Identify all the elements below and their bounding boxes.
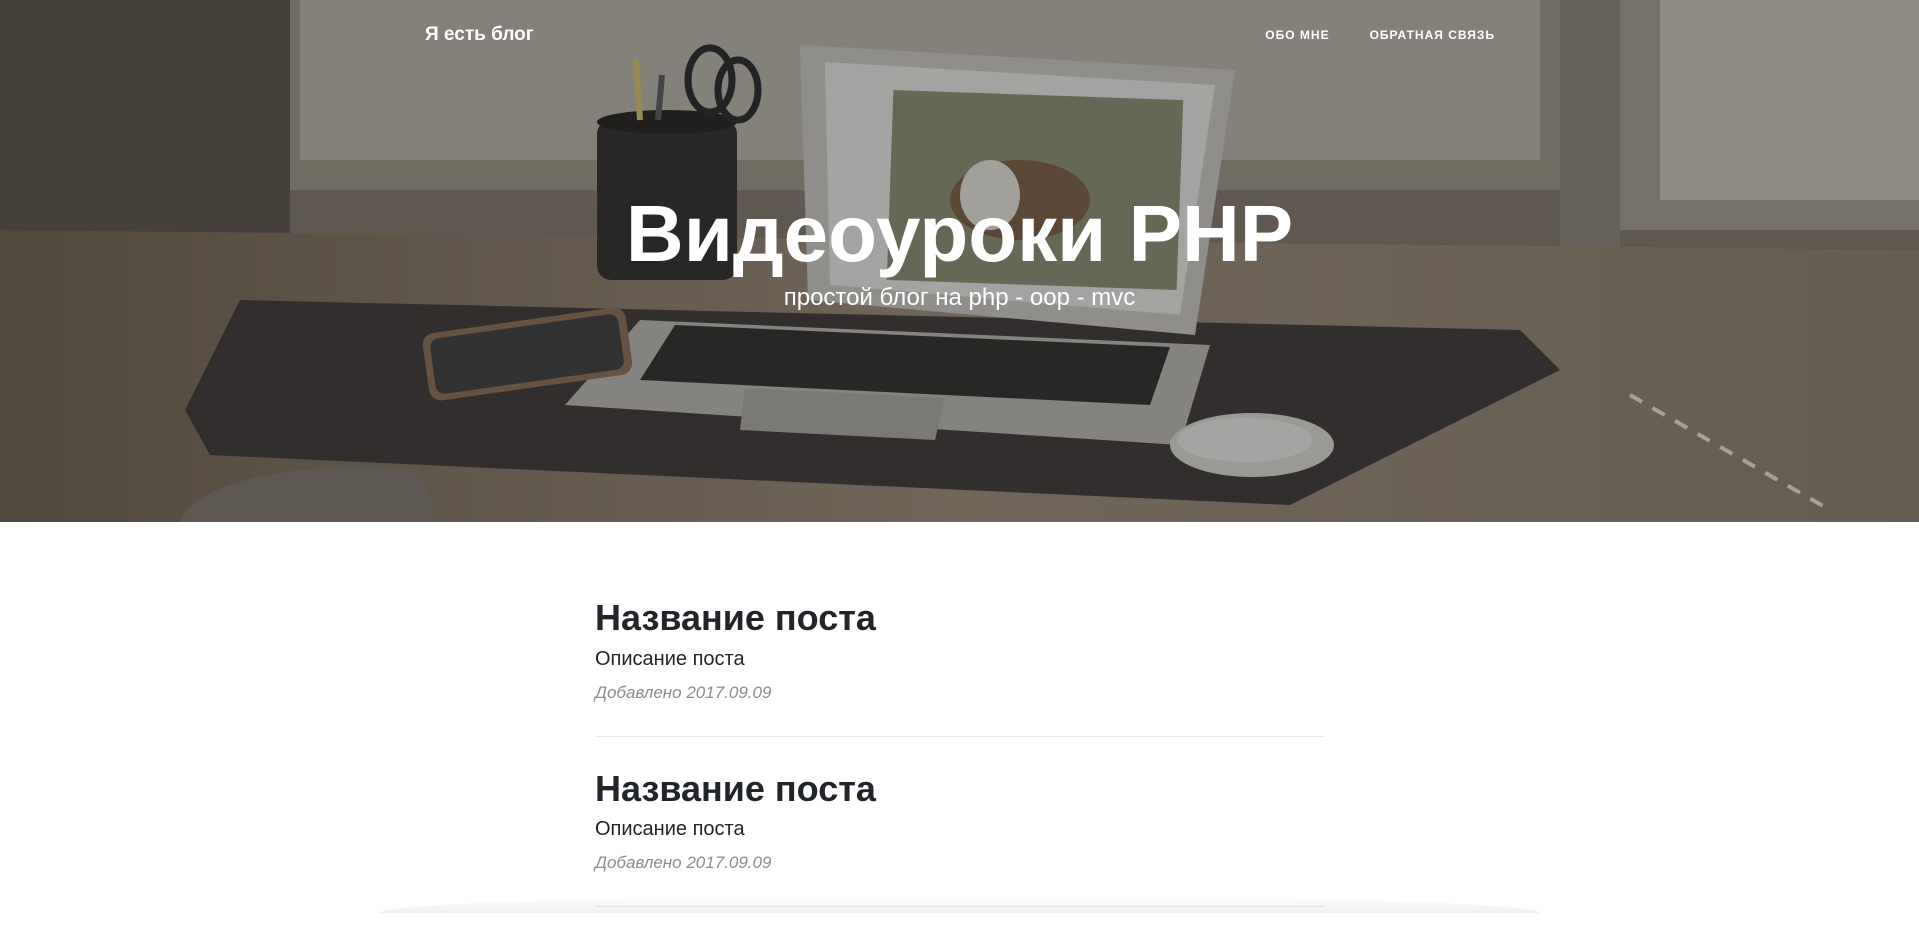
site-subtitle: простой блог на php - oop - mvc [783,284,1136,311]
post-title: Название поста [595,597,876,638]
nav-link-about[interactable]: ОБО МНЕ [1265,28,1329,42]
post-link[interactable]: Название поста Описание поста [595,767,1325,842]
post-list: Название поста Описание поста Добавлено … [595,598,1325,939]
nav-link-contact[interactable]: ОБРАТНАЯ СВЯЗЬ [1370,28,1495,42]
post-preview: Название поста Описание поста Добавлено … [595,598,1325,737]
post-meta: Добавлено 2017.09.09 [595,853,772,873]
site-title: Видеоуроки PHP [625,189,1294,278]
post-subtitle: Описание поста [595,647,745,670]
site-heading: Видеоуроки PHP простой блог на php - oop… [0,190,1919,312]
post-title: Название поста [595,767,876,809]
post-meta: Добавлено 2017.09.09 [595,682,772,702]
post-link[interactable]: Название поста Описание поста [595,598,1325,671]
post-subtitle: Описание поста [595,818,745,841]
main-navbar: Я есть блог ОБО МНЕ ОБРАТНАЯ СВЯЗЬ [0,0,1919,72]
post-preview: Название поста Описание поста Добавлено … [595,767,1325,908]
brand-link[interactable]: Я есть блог [425,24,534,46]
hero-header: Я есть блог ОБО МНЕ ОБРАТНАЯ СВЯЗЬ Видео… [0,0,1919,522]
nav-links: ОБО МНЕ ОБРАТНАЯ СВЯЗЬ [1265,28,1495,42]
bottom-shadow [380,895,1540,913]
